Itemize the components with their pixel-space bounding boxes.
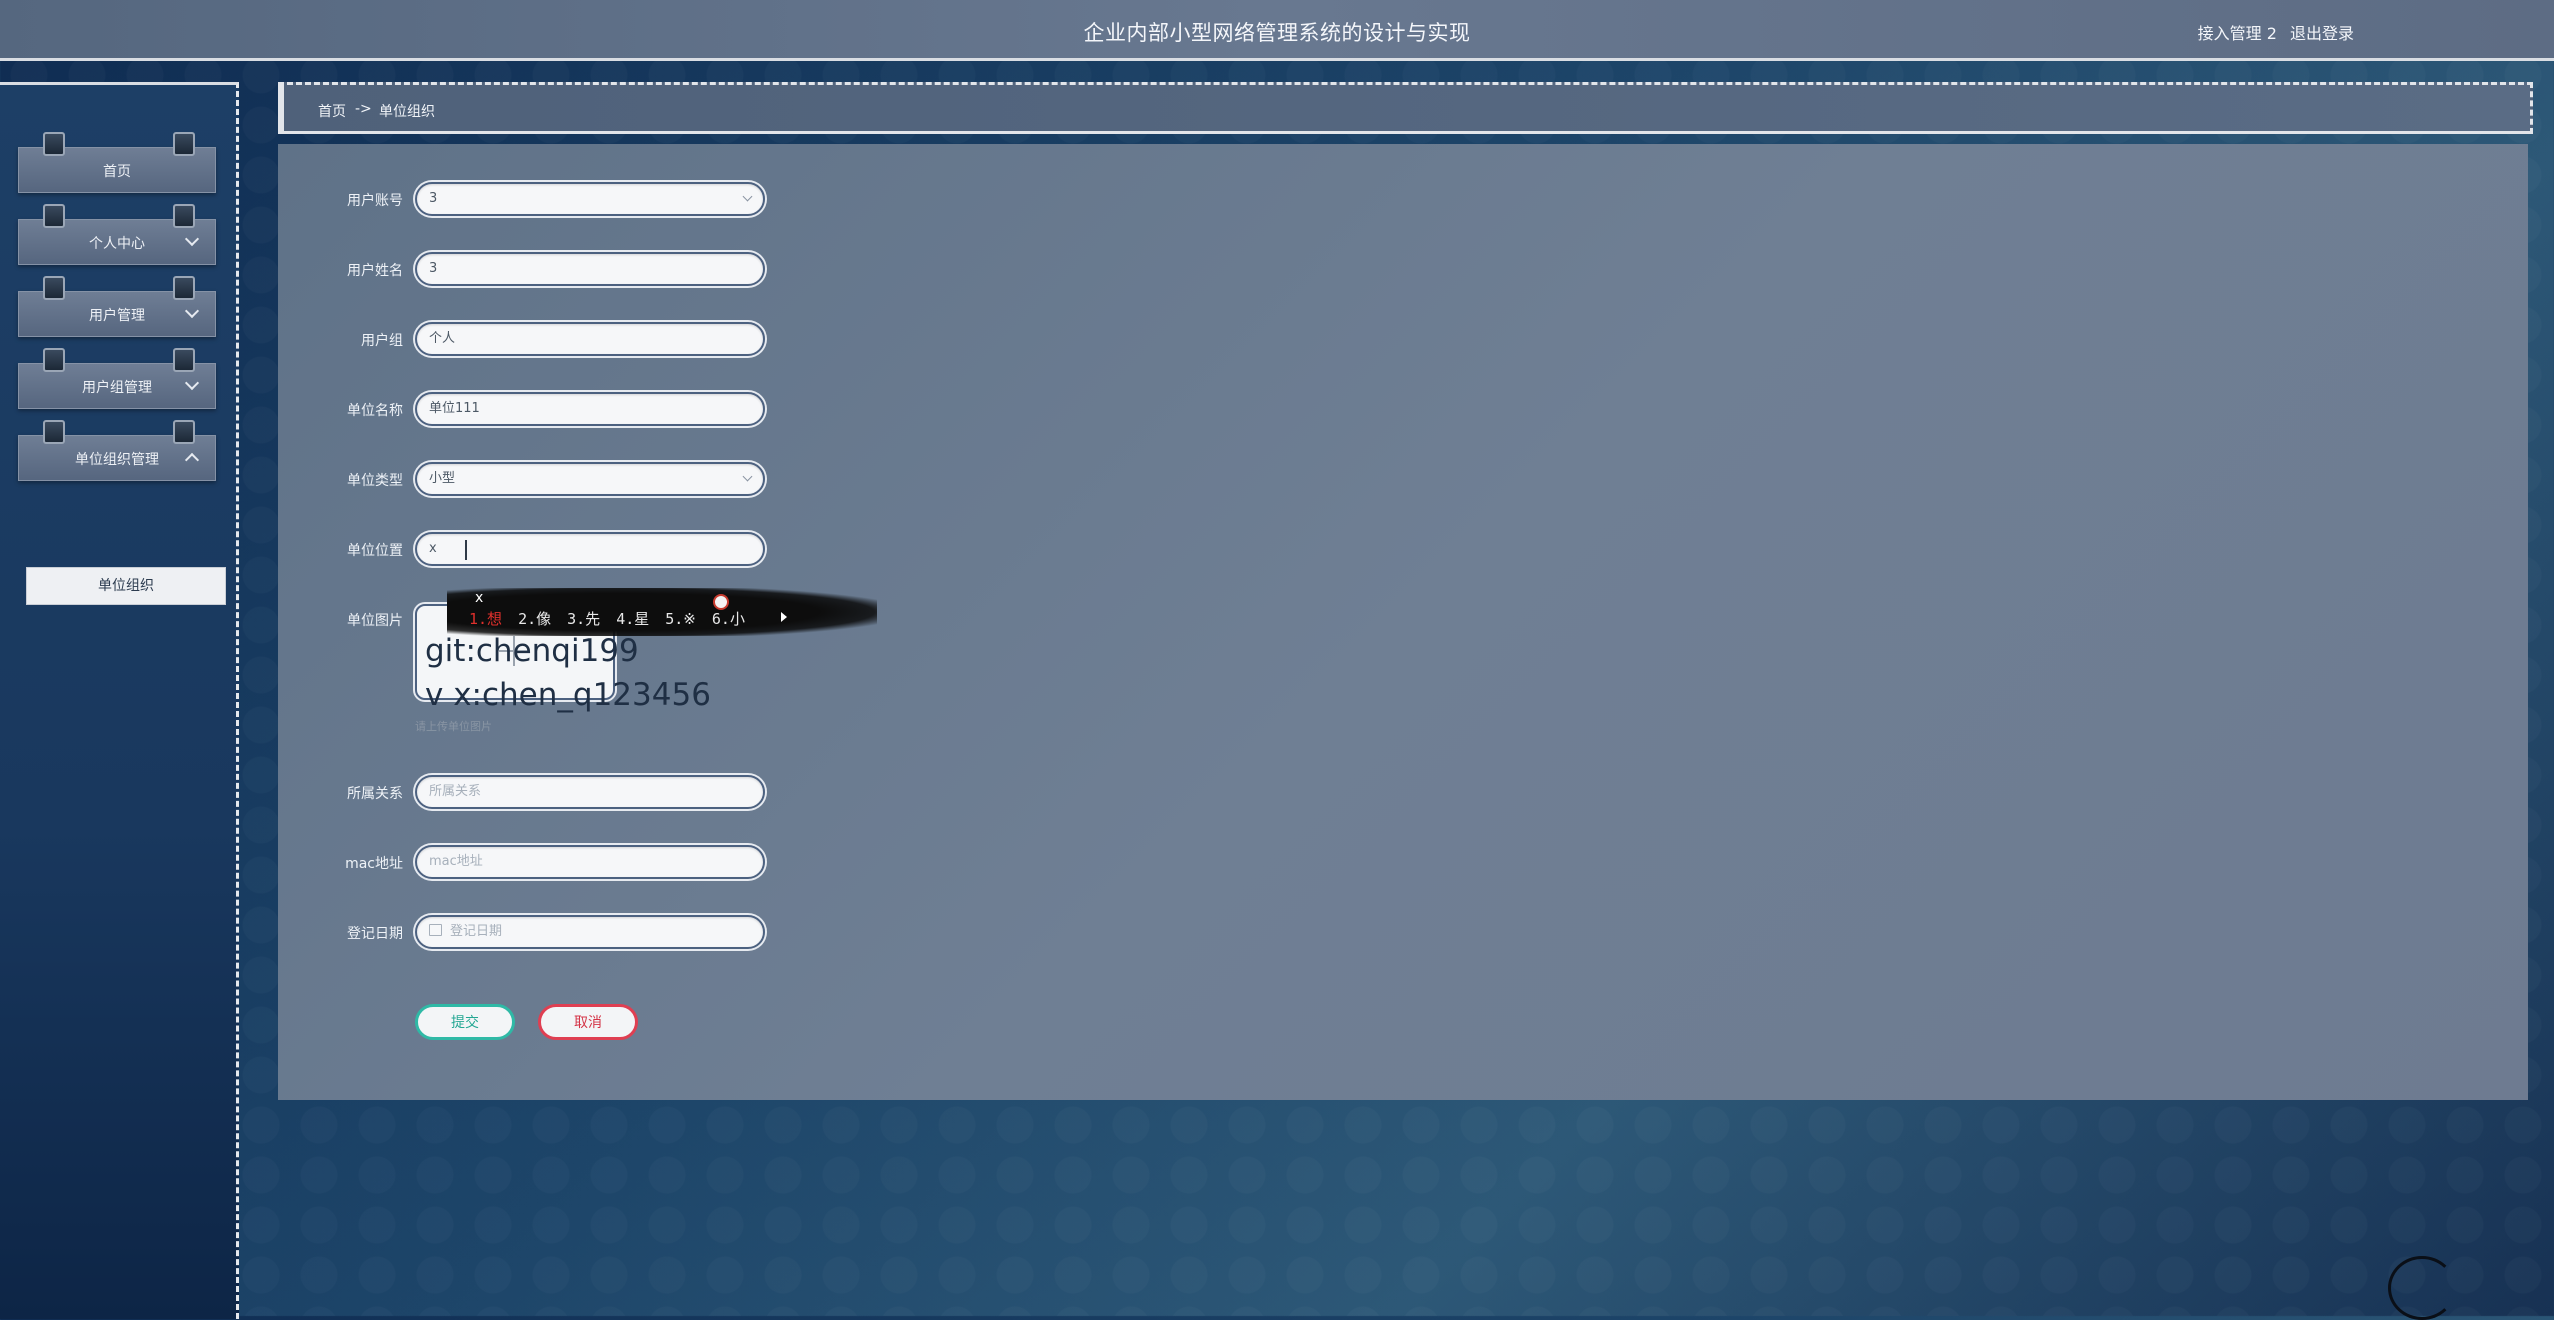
account-label: 用户账号 [347,193,403,209]
relation-label: 所属关系 [347,786,403,802]
sidebar-item-label: 首页 [103,164,131,180]
ime-candidate[interactable]: 5.※ [665,610,696,628]
chevron-down-icon [742,471,753,482]
group-field[interactable]: 个人 [415,322,765,356]
sidebar-item-label: 个人中心 [89,236,145,252]
name-value: 3 [429,261,438,276]
overlay-text-git: git:chenqi199 [425,633,639,669]
calendar-icon [429,924,442,936]
top-bar: 企业内部小型网络管理系统的设计与实现 接入管理 2 退出登录 [0,0,2554,61]
relation-field[interactable]: 所属关系 [415,775,765,809]
ime-candidate-bar: x 1.想 2.像 3.先 4.星 5.※ 6.小 [447,588,877,636]
breadcrumb-separator: -> [355,101,372,117]
sidebar-item-home[interactable]: 首页 [18,132,216,193]
reg-date-picker[interactable]: 登记日期 [415,915,765,949]
overlay-text-contact: v x:chen_q123456 [425,677,711,713]
name-label: 用户姓名 [347,263,403,279]
upload-hint: 请上传单位图片 [415,720,492,733]
unit-location-field[interactable]: x [415,532,765,566]
relation-placeholder: 所属关系 [429,784,482,799]
unit-type-value: 小型 [429,471,456,486]
sidebar-item-personal-center[interactable]: 个人中心 [18,204,216,265]
breadcrumb-home[interactable]: 首页 [318,101,346,121]
ime-candidate[interactable]: 4.星 [616,610,649,628]
chevron-down-icon [742,191,753,202]
reg-date-placeholder: 登记日期 [450,924,503,939]
unit-name-label: 单位名称 [347,403,403,419]
clip-icon [43,348,65,372]
current-user: 接入管理 2 [2197,24,2277,43]
unit-location-value: x [429,541,437,556]
clip-icon [173,276,195,300]
sidebar-item-label: 用户管理 [89,308,145,324]
mac-placeholder: mac地址 [429,854,483,869]
submit-button[interactable]: 提交 [415,1004,515,1040]
logout-link[interactable]: 退出登录 [2290,24,2354,43]
submenu-item-unit-org[interactable]: 单位组织 [26,567,226,605]
group-value: 个人 [429,331,456,346]
ime-candidates: 1.想 2.像 3.先 4.星 5.※ 6.小 [469,608,761,629]
name-field[interactable]: 3 [415,252,765,286]
unit-image-label: 单位图片 [347,613,403,629]
ime-candidate[interactable]: 6.小 [712,610,745,628]
account-value: 3 [429,191,438,206]
clip-icon [43,132,65,156]
ime-candidate[interactable]: 1.想 [469,610,502,628]
sidebar-item-label: 用户组管理 [82,380,152,396]
clip-icon [43,204,65,228]
breadcrumb-current: 单位组织 [379,104,435,120]
account-select[interactable]: 3 [415,182,765,216]
clip-icon [43,276,65,300]
unit-location-label: 单位位置 [347,543,403,559]
sidebar-item-user-management[interactable]: 用户管理 [18,276,216,337]
ime-candidate[interactable]: 3.先 [567,610,600,628]
unit-type-label: 单位类型 [347,473,403,489]
clip-icon [43,420,65,444]
corner-logo-icon [2388,1256,2456,1320]
unit-name-value: 单位111 [429,401,480,416]
ime-next-page-icon[interactable] [781,612,787,622]
clip-icon [173,132,195,156]
group-label: 用户组 [361,333,403,349]
sidebar-item-user-group-management[interactable]: 用户组管理 [18,348,216,409]
sidebar-item-unit-org-management[interactable]: 单位组织管理 [18,420,216,481]
ime-candidate[interactable]: 2.像 [518,610,551,628]
sidebar: 首页 个人中心 用户管理 用户组管理 单位组织管理 单位组织 [0,82,239,1319]
ime-close-icon[interactable]: x [475,590,483,606]
mac-field[interactable]: mac地址 [415,845,765,879]
unit-type-select[interactable]: 小型 [415,462,765,496]
user-info: 接入管理 2 退出登录 [2190,20,2354,44]
clip-icon [173,204,195,228]
clip-icon [173,348,195,372]
clip-icon [173,420,195,444]
cancel-button[interactable]: 取消 [538,1004,638,1040]
app-title: 企业内部小型网络管理系统的设计与实现 [1083,21,1471,45]
reg-date-label: 登记日期 [347,926,403,942]
text-cursor-icon [465,540,467,560]
breadcrumb: 首页 -> 单位组织 [278,82,2533,134]
mac-label: mac地址 [345,856,403,872]
unit-name-field[interactable]: 单位111 [415,392,765,426]
